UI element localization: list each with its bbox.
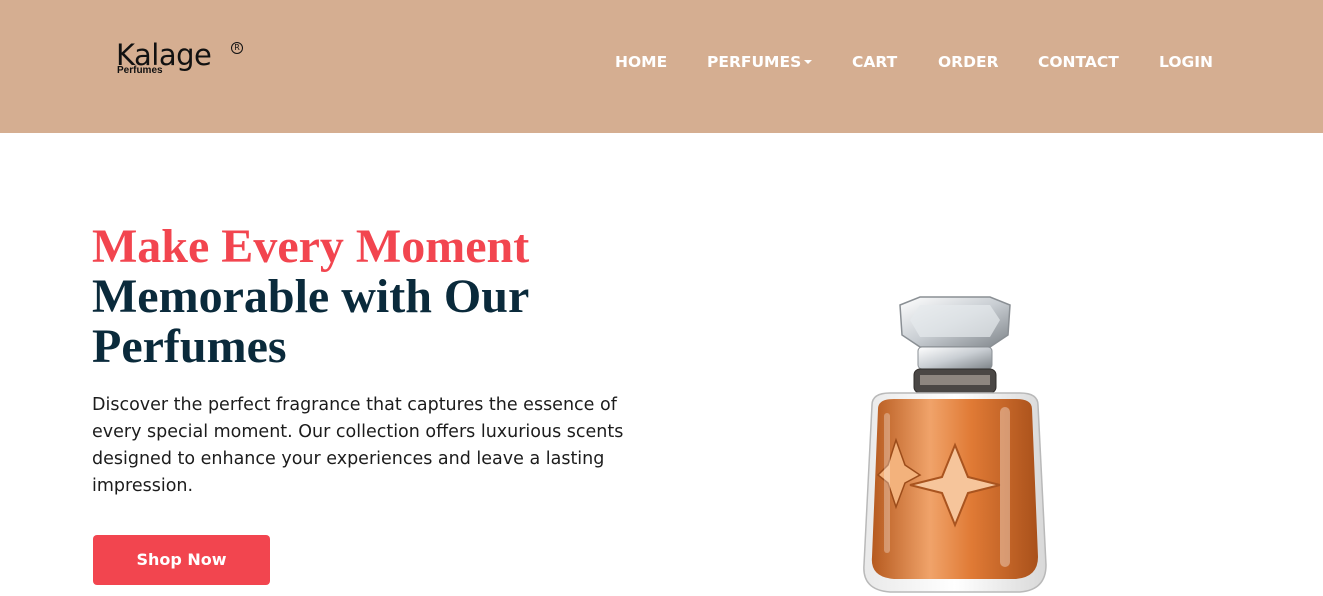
nav-cart-link[interactable]: CART — [852, 52, 897, 72]
nav-perfumes-dropdown[interactable]: PERFUMES — [707, 52, 813, 72]
hero-title-accent: Make Every Moment — [92, 220, 530, 273]
nav-order-link[interactable]: ORDER — [938, 52, 999, 72]
nav-contact-link[interactable]: CONTACT — [1038, 52, 1119, 72]
hero-description: Discover the perfect fragrance that capt… — [92, 395, 624, 496]
perfume-bottle-icon — [863, 296, 1047, 593]
nav-home-link[interactable]: HOME — [615, 52, 667, 72]
hero-title-rest: Memorable with Our Perfumes — [92, 270, 529, 373]
shop-now-button[interactable]: Shop Now — [93, 535, 270, 585]
brand-logo[interactable]: Kalage Perfumes R — [116, 40, 246, 82]
registered-mark-icon: R — [231, 42, 243, 54]
brand-tagline: Perfumes — [117, 65, 163, 76]
nav-perfumes-label: PERFUMES — [707, 53, 802, 71]
hero-title: Make Every Moment Memorable with Our Per… — [92, 222, 592, 372]
chevron-down-icon — [804, 60, 813, 64]
navbar: Kalage Perfumes R HOME PERFUMES CART ORD… — [0, 0, 1323, 133]
nav-login-link[interactable]: LOGIN — [1159, 52, 1213, 72]
